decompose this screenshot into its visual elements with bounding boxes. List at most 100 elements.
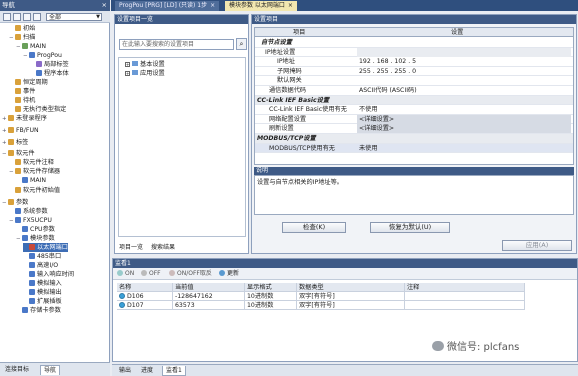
- tree-node[interactable]: 485串口: [23, 252, 61, 261]
- watch-table: 名称 当前值 显示格式 数据类型 注释 D106 -128647162 10进制数 双字[有符号…: [117, 283, 525, 313]
- tree-node[interactable]: − 参数: [2, 198, 28, 207]
- tab-progpou[interactable]: ProgPou [PRG] [LD] (只读) 1步 ×: [115, 1, 220, 11]
- setting-row[interactable]: 默认网关: [255, 76, 573, 86]
- setting-value-cell[interactable]: [357, 47, 571, 57]
- setting-value-cell[interactable]: [357, 134, 571, 143]
- setting-row[interactable]: 通信数据代码 ASCII代码 (ASCII码): [255, 86, 573, 96]
- watch-cell[interactable]: -128647162: [173, 292, 245, 301]
- setting-value-cell[interactable]: [357, 105, 571, 114]
- tree-item-application-settings[interactable]: + 应用设置: [125, 69, 165, 78]
- toggle-button[interactable]: ON/OFF取反: [169, 270, 212, 278]
- tree-node[interactable]: − 模块参数: [16, 234, 55, 243]
- setting-row[interactable]: MODBUS/TCP设置: [255, 134, 573, 144]
- tree-node[interactable]: + FB/FUN: [2, 126, 39, 135]
- tab-item-list[interactable]: 项目一览: [119, 244, 143, 251]
- off-button[interactable]: OFF: [141, 270, 161, 278]
- tree-node[interactable]: 以太网端口: [23, 243, 68, 252]
- close-icon[interactable]: ×: [102, 0, 107, 11]
- watch-cell[interactable]: 双字[有符号]: [297, 301, 405, 310]
- sort-icon[interactable]: [23, 13, 31, 21]
- expand-all-icon[interactable]: [13, 13, 21, 21]
- watch-cell[interactable]: [405, 292, 525, 301]
- watch-cell[interactable]: 双字[有符号]: [297, 292, 405, 301]
- tree-node[interactable]: 事件: [9, 87, 35, 96]
- tree-node-label: 程序本体: [44, 70, 69, 77]
- tree-item-basic-settings[interactable]: + 基本设置: [125, 60, 165, 69]
- tab-module-parameter[interactable]: 模块参数 以太网端口 ×: [225, 1, 297, 11]
- tree-node[interactable]: 软元件初始值: [9, 186, 60, 195]
- setting-row[interactable]: 刷新设置 <详细设置>: [255, 124, 573, 134]
- watch-cell[interactable]: D106: [117, 292, 173, 301]
- search-input[interactable]: 在此输入要搜索的设置项目: [119, 39, 234, 50]
- tree-node-label: 扩展插板: [37, 298, 62, 305]
- tree-node[interactable]: + 标签: [2, 138, 28, 147]
- setting-value-cell[interactable]: [357, 76, 571, 85]
- tree-node[interactable]: 模拟输出: [23, 288, 62, 297]
- setting-value-cell[interactable]: [357, 144, 571, 153]
- tree-node[interactable]: 存储卡参数: [16, 306, 61, 315]
- tree-node[interactable]: 高速I/O: [23, 261, 58, 270]
- tree-node[interactable]: MAIN: [16, 176, 46, 185]
- folder-icon: [22, 226, 28, 232]
- tree-node[interactable]: − 软元件: [2, 149, 35, 158]
- tab-search-result[interactable]: 搜索结果: [151, 244, 175, 251]
- on-button[interactable]: ON: [117, 270, 134, 278]
- tree-node[interactable]: 软元件注释: [9, 158, 54, 167]
- tree-node[interactable]: CPU参数: [16, 225, 55, 234]
- apply-button[interactable]: 应用(A): [502, 240, 572, 251]
- tree-node[interactable]: 恒定周期: [9, 78, 48, 87]
- tree-node[interactable]: 无执行类型指定: [9, 105, 66, 114]
- watch-cell[interactable]: [405, 301, 525, 310]
- watch-cell[interactable]: 63573: [173, 301, 245, 310]
- tree-node-label: 模块参数: [30, 235, 55, 242]
- setting-row[interactable]: 网络配置设置 <详细设置>: [255, 114, 573, 125]
- setting-row[interactable]: CC-Link IEF Basic使用有无 不使用: [255, 105, 573, 115]
- watch-cell-text: 10进制数: [247, 302, 274, 309]
- tree-node-label: 未登录程序: [16, 115, 47, 122]
- setting-row[interactable]: 子网掩码 255 . 255 . 255 . 0: [255, 67, 573, 77]
- collapse-all-icon[interactable]: [3, 13, 11, 21]
- watch-cell[interactable]: D107: [117, 301, 173, 310]
- check-button[interactable]: 检查(K): [282, 222, 346, 233]
- close-icon[interactable]: ×: [288, 2, 293, 9]
- tree-node[interactable]: + 未登录程序: [2, 114, 47, 123]
- tree-node[interactable]: 模拟输入: [23, 279, 62, 288]
- gear-icon[interactable]: [33, 13, 41, 21]
- tab-navigation[interactable]: 导航: [40, 365, 61, 375]
- tab-connection-target[interactable]: 连接目标: [2, 365, 32, 375]
- tree-node[interactable]: − FX5UCPU: [9, 216, 52, 225]
- search-icon[interactable]: ⌕: [236, 38, 247, 50]
- nav-filter-select[interactable]: 全部 ▼: [46, 13, 102, 21]
- tree-node[interactable]: 待机: [9, 96, 35, 105]
- tree-node[interactable]: 输入响应时间: [23, 270, 74, 279]
- watch-cell[interactable]: 10进制数: [245, 301, 297, 310]
- tree-node[interactable]: 系统参数: [9, 207, 48, 216]
- setting-row[interactable]: 自节点设置: [255, 38, 573, 48]
- tab-watch1[interactable]: 监看1: [162, 366, 186, 376]
- close-icon[interactable]: ×: [210, 2, 215, 9]
- setting-row[interactable]: IP地址设置: [255, 47, 573, 58]
- refresh-button[interactable]: 更新: [219, 270, 239, 278]
- expand-icon[interactable]: +: [125, 71, 130, 76]
- setting-value-cell[interactable]: [357, 96, 571, 105]
- setting-value-cell[interactable]: [357, 38, 571, 47]
- expand-icon[interactable]: +: [125, 62, 130, 67]
- tab-output[interactable]: 输出: [116, 366, 134, 376]
- setting-row[interactable]: IP地址 192 . 168 . 102 . 5: [255, 57, 573, 67]
- tree-node[interactable]: − ProgPou: [23, 51, 62, 60]
- setting-row[interactable]: CC-Link IEF Basic设置: [255, 95, 573, 106]
- tree-node[interactable]: 扩展插板: [23, 297, 62, 306]
- tree-node[interactable]: − 扫描: [9, 33, 35, 42]
- tree-node[interactable]: 局部标签: [30, 60, 69, 69]
- tree-node[interactable]: − 软元件存储器: [9, 167, 60, 176]
- restore-default-button[interactable]: 恢复为默认(U): [370, 222, 450, 233]
- tree-node[interactable]: 初始: [9, 24, 35, 33]
- tab-progress[interactable]: 进度: [138, 366, 156, 376]
- setting-row[interactable]: MODBUS/TCP使用有无 未使用: [255, 143, 573, 154]
- folder-icon: [36, 70, 42, 76]
- setting-key: CC-Link IEF Basic使用有无: [269, 106, 347, 114]
- tree-node[interactable]: − MAIN: [16, 42, 46, 51]
- folder-icon: [15, 159, 21, 165]
- watch-cell[interactable]: 10进制数: [245, 292, 297, 301]
- tree-node[interactable]: 程序本体: [30, 69, 69, 78]
